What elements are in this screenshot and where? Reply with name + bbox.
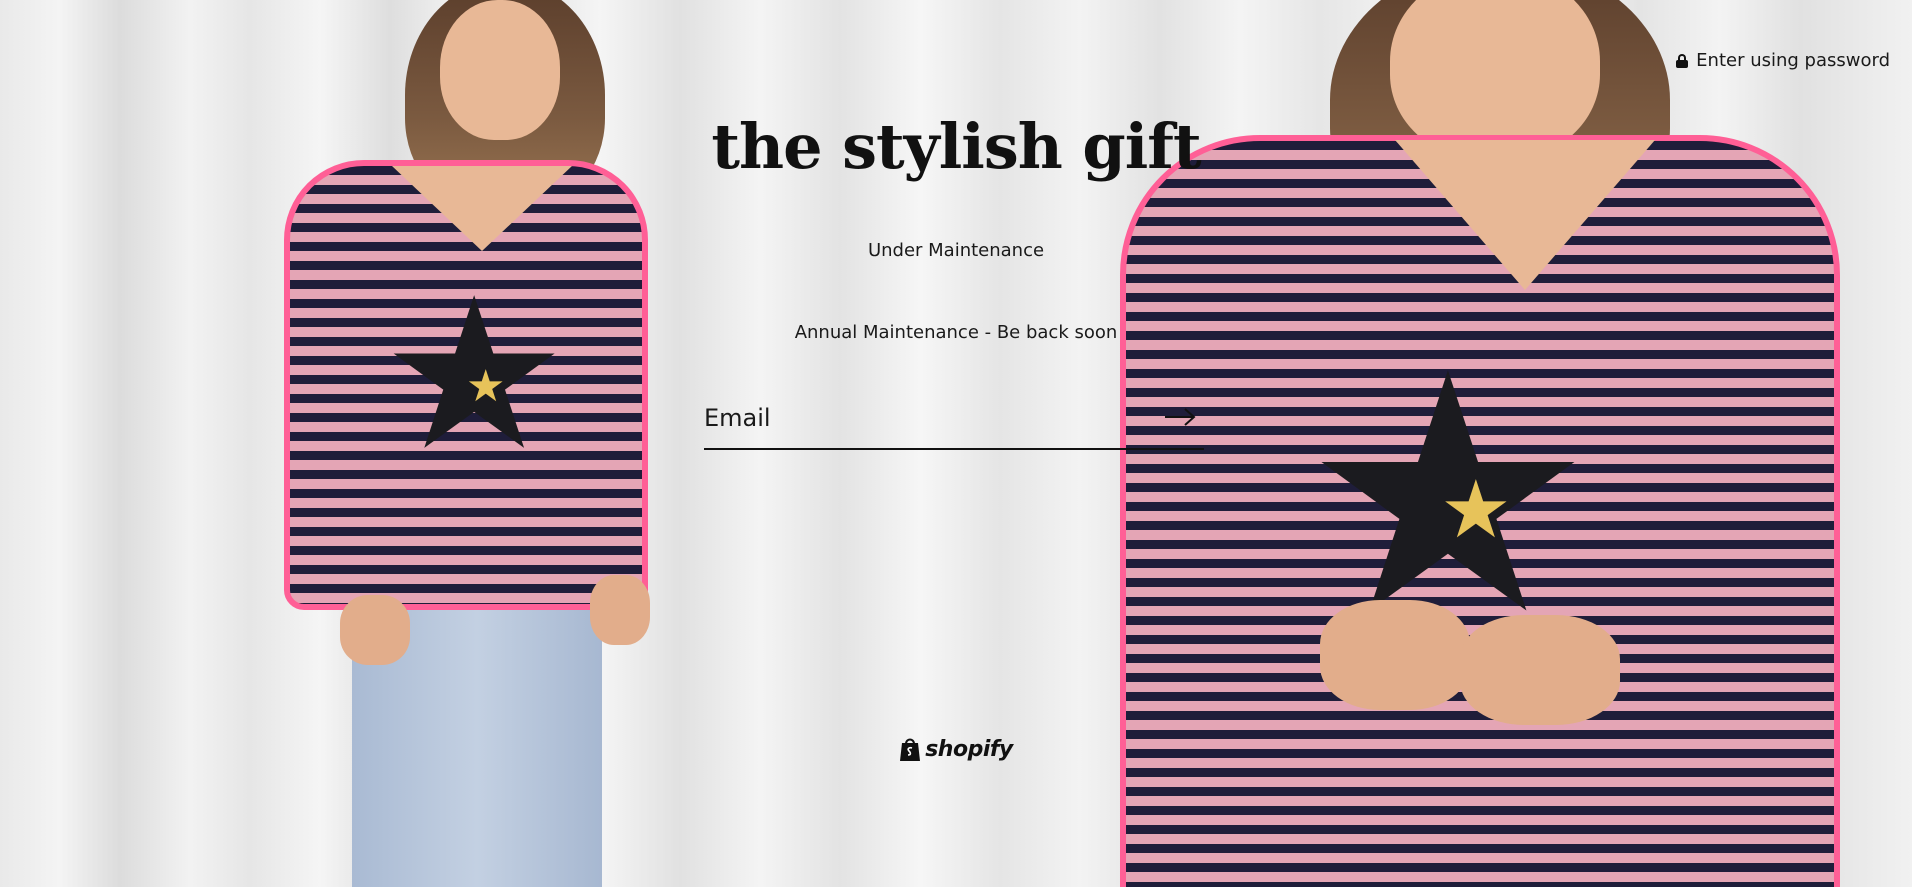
shopify-bag-icon bbox=[900, 738, 921, 761]
lock-icon bbox=[1676, 53, 1689, 68]
email-field[interactable] bbox=[704, 398, 1144, 438]
maintenance-message: Annual Maintenance - Be back soon bbox=[794, 322, 1118, 343]
shopify-wordmark[interactable]: shopify bbox=[925, 737, 1013, 762]
page-headline: Under Maintenance bbox=[867, 240, 1045, 261]
subscribe-button[interactable] bbox=[1156, 398, 1204, 438]
enter-password-link[interactable]: Enter using password bbox=[1696, 50, 1890, 71]
brand-logo: the stylish gift bbox=[711, 110, 1201, 183]
password-entry[interactable]: Enter using password bbox=[1676, 50, 1890, 71]
newsletter-form bbox=[704, 398, 1204, 450]
arrow-right-icon bbox=[1165, 407, 1196, 426]
powered-by-shopify[interactable]: shopify bbox=[0, 736, 1912, 762]
